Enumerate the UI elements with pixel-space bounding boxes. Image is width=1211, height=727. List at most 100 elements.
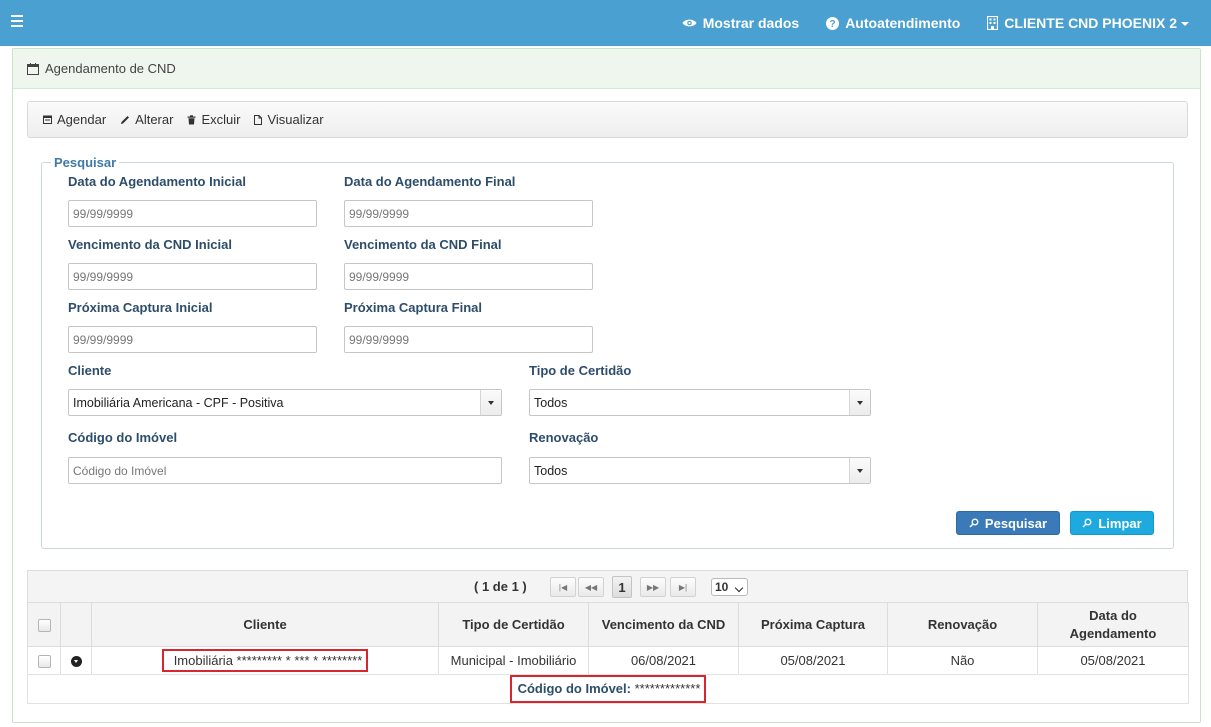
column-header-renewal[interactable]: Renovação (887, 602, 1038, 647)
eye-icon (682, 19, 697, 27)
cell-renewal: Não (887, 646, 1038, 675)
svg-text:?: ? (830, 19, 836, 30)
last-page-icon[interactable]: ▶| (670, 577, 696, 597)
row-toggle-cell (60, 646, 92, 675)
column-header-cnd-due[interactable]: Vencimento da CND (588, 602, 739, 647)
client-select[interactable]: Imobiliária Americana - CPF - Positiva (68, 389, 502, 416)
row-detail: Código do Imóvel: ************* (27, 674, 1189, 704)
table-header-row: Cliente Tipo de Certidão Vencimento da C… (27, 602, 1189, 647)
cert-type-select-arrow-icon[interactable] (849, 390, 870, 415)
client-select-arrow-icon[interactable] (480, 390, 501, 415)
column-header-sched-date[interactable]: Data do Agendamento (1037, 602, 1189, 647)
cnd-due-end-label: Vencimento da CND Final (344, 237, 502, 252)
renewal-select-arrow-icon[interactable] (849, 458, 870, 483)
client-menu-dropdown[interactable]: CLIENTE CND PHOENIX 2 (987, 15, 1189, 31)
show-data-link[interactable]: Mostrar dados (682, 15, 799, 31)
cell-cert-type: Municipal - Imobiliário (438, 646, 589, 675)
column-header-cert-type[interactable]: Tipo de Certidão (438, 602, 589, 647)
row-expand-icon[interactable] (70, 656, 82, 668)
cell-sched-date: 05/08/2021 (1037, 646, 1189, 675)
building-icon (987, 16, 999, 30)
view-label: Visualizar (267, 112, 324, 127)
cert-type-select[interactable]: Todos (529, 389, 871, 416)
column-header-client[interactable]: Cliente (91, 602, 439, 647)
page-size-select[interactable]: 10 (711, 578, 748, 596)
top-nav: Mostrar dados ? Autoatendimento CLIENTE … (655, 0, 1189, 46)
results-table: Cliente Tipo de Certidão Vencimento da C… (27, 602, 1189, 704)
paginator: ( 1 de 1 ) |◀ ◀◀ 1 ▶▶ ▶| 10 (27, 570, 1188, 602)
property-code-input[interactable] (68, 457, 502, 484)
question-circle-icon: ? (826, 16, 840, 30)
toggle-header (60, 602, 92, 647)
clear-button[interactable]: Limpar (1070, 511, 1154, 535)
top-navbar: Mostrar dados ? Autoatendimento CLIENTE … (0, 0, 1211, 46)
search-legend: Pesquisar (54, 155, 117, 170)
prev-page-icon[interactable]: ◀◀ (578, 577, 604, 597)
next-capture-start-input[interactable] (68, 326, 317, 353)
schedule-label: Agendar (57, 112, 107, 127)
renewal-label: Renovação (529, 430, 599, 445)
main-panel: Agendamento de CND Agendar Alterar Exclu… (12, 48, 1201, 723)
column-header-next-capture[interactable]: Próxima Captura (738, 602, 888, 647)
date-sched-start-input[interactable] (68, 200, 317, 227)
next-capture-start-label: Próxima Captura Inicial (68, 300, 213, 315)
calendar-icon (27, 62, 39, 75)
renewal-select[interactable]: Todos (529, 457, 871, 484)
delete-button[interactable]: Excluir (187, 112, 240, 127)
self-service-link[interactable]: ? Autoatendimento (826, 15, 960, 31)
view-button[interactable]: Visualizar (254, 112, 324, 127)
pencil-icon (121, 115, 130, 124)
edit-label: Alterar (135, 112, 174, 127)
search-button-label: Pesquisar (984, 515, 1048, 531)
property-code-detail-label: Código do Imóvel: (517, 681, 631, 696)
hamburger-menu-icon[interactable] (11, 15, 23, 29)
caret-down-icon (1181, 22, 1189, 26)
row-detail-cell: Código do Imóvel: ************* (27, 674, 1189, 704)
cnd-due-end-input[interactable] (344, 263, 593, 290)
property-code-label: Código do Imóvel (68, 430, 178, 445)
panel-header: Agendamento de CND (13, 49, 1200, 89)
current-page-button[interactable]: 1 (612, 576, 632, 598)
client-value: Imobiliária ********* * *** * ******** (161, 649, 369, 672)
select-all-checkbox[interactable] (37, 619, 51, 633)
show-data-label: Mostrar dados (702, 15, 800, 31)
date-sched-end-label: Data do Agendamento Final (344, 174, 516, 189)
property-code-detail: Código do Imóvel: ************* (509, 675, 707, 703)
table-row[interactable]: Imobiliária ********* * *** * ******** M… (27, 646, 1189, 675)
client-select-value: Imobiliária Americana - CPF - Positiva (73, 395, 284, 410)
search-icon (969, 518, 979, 528)
self-service-label: Autoatendimento (845, 15, 961, 31)
date-sched-end-input[interactable] (344, 200, 593, 227)
delete-label: Excluir (201, 112, 241, 127)
next-page-icon[interactable]: ▶▶ (640, 577, 666, 597)
cnd-due-start-input[interactable] (68, 263, 317, 290)
next-capture-end-input[interactable] (344, 326, 593, 353)
clear-button-label: Limpar (1098, 515, 1142, 531)
property-code-detail-value: ************* (634, 681, 701, 696)
page-info: ( 1 de 1 ) (474, 579, 527, 594)
row-checkbox[interactable] (37, 655, 51, 669)
first-page-icon[interactable]: |◀ (550, 577, 576, 597)
results-grid: ( 1 de 1 ) |◀ ◀◀ 1 ▶▶ ▶| 10 Cliente Tipo… (27, 570, 1189, 720)
client-name: CLIENTE CND PHOENIX 2 (1004, 15, 1177, 31)
schedule-button[interactable]: Agendar (43, 112, 106, 127)
select-all-header (27, 602, 61, 647)
search-icon (1082, 518, 1092, 528)
trash-icon (187, 114, 196, 124)
cert-type-label: Tipo de Certidão (529, 363, 632, 378)
row-select-cell (27, 646, 61, 675)
action-toolbar: Agendar Alterar Excluir Visualizar (27, 101, 1188, 138)
cell-client: Imobiliária ********* * *** * ******** (91, 646, 439, 675)
renewal-select-value: Todos (534, 463, 568, 478)
calendar-add-icon (43, 115, 52, 124)
next-capture-end-label: Próxima Captura Final (344, 300, 482, 315)
client-label: Cliente (68, 363, 112, 378)
cnd-due-start-label: Vencimento da CND Inicial (68, 237, 232, 252)
cell-cnd-due: 06/08/2021 (588, 646, 739, 675)
cert-type-select-value: Todos (534, 395, 568, 410)
date-sched-start-label: Data do Agendamento Inicial (68, 174, 246, 189)
edit-button[interactable]: Alterar (120, 112, 173, 127)
panel-title: Agendamento de CND (45, 61, 176, 76)
document-icon (254, 114, 263, 125)
search-button[interactable]: Pesquisar (956, 511, 1060, 535)
